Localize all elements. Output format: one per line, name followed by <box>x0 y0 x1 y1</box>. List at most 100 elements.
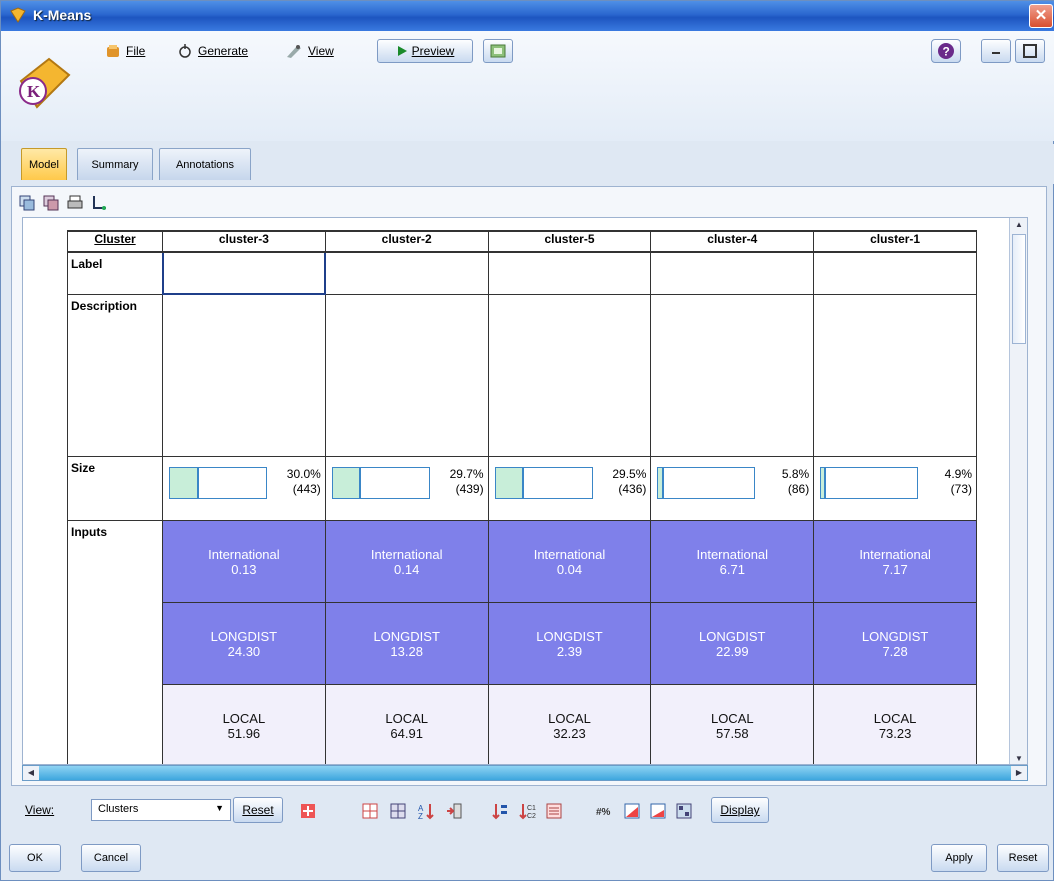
apply-button[interactable]: Apply <box>931 844 987 872</box>
cluster-header[interactable]: cluster-3 <box>162 230 326 253</box>
tab-annotations[interactable]: Annotations <box>159 148 251 180</box>
display-button[interactable]: Display <box>711 797 769 823</box>
local-cell[interactable]: LOCAL 32.23 <box>487 683 652 764</box>
list-icon[interactable] <box>545 802 563 820</box>
local-cell[interactable]: LOCAL 51.96 <box>162 683 326 764</box>
label-cell[interactable] <box>487 251 652 295</box>
help-button[interactable]: ? <box>931 39 961 63</box>
grid-alt-icon[interactable] <box>389 802 407 820</box>
input-value: 0.04 <box>556 561 583 577</box>
view-icon <box>287 45 301 58</box>
size-row: Size 30.0%(443) 29.7%(439) 29.5%(436) <box>67 455 977 521</box>
close-window-button[interactable]: ✕ <box>1029 4 1053 28</box>
longdist-cell[interactable]: LONGDIST 2.39 <box>487 601 652 685</box>
sort-c1c2-icon[interactable]: C1C2 <box>519 802 537 820</box>
export-button[interactable] <box>483 39 513 63</box>
tab-model[interactable]: Model <box>21 148 67 180</box>
size-cell: 29.7% (439) <box>324 455 489 521</box>
table-view-icon[interactable] <box>675 802 693 820</box>
description-cell[interactable] <box>813 293 977 457</box>
preview-button[interactable]: Preview <box>377 39 473 63</box>
maximize-button[interactable] <box>1015 39 1045 63</box>
label-cell[interactable] <box>813 251 977 295</box>
copy-data-icon[interactable] <box>42 194 60 212</box>
longdist-cell[interactable]: LONGDIST 24.30 <box>162 601 326 685</box>
generate-menu[interactable]: Generate <box>173 39 252 63</box>
print-icon[interactable] <box>66 194 84 212</box>
input-value: 22.99 <box>716 643 749 659</box>
international-cell[interactable]: International 0.13 <box>162 519 326 603</box>
cluster-header[interactable]: cluster-1 <box>813 230 977 253</box>
chart-icon[interactable] <box>623 802 641 820</box>
input-name: LONGDIST <box>373 628 440 644</box>
sort-desc-icon[interactable] <box>491 802 509 820</box>
scroll-right-icon[interactable]: ▶ <box>1011 766 1027 780</box>
size-bar-fill <box>170 467 199 498</box>
cluster-corner-header[interactable]: Cluster <box>67 230 163 253</box>
description-cell[interactable] <box>487 293 652 457</box>
local-cell[interactable]: LOCAL 57.58 <box>650 683 815 764</box>
vertical-scrollbar[interactable]: ▲ ▼ <box>1009 218 1027 764</box>
cluster-header[interactable]: cluster-5 <box>487 230 652 253</box>
copy-icon[interactable] <box>18 194 36 212</box>
description-cell[interactable] <box>324 293 489 457</box>
axis-icon[interactable] <box>90 194 108 212</box>
cluster-grid: Cluster cluster-3 cluster-2 cluster-5 cl… <box>22 217 1028 765</box>
local-cell[interactable]: LOCAL 64.91 <box>324 683 489 764</box>
size-bar <box>169 466 267 499</box>
grid-icon[interactable] <box>361 802 379 820</box>
ok-button[interactable]: OK <box>9 844 61 872</box>
percent-icon[interactable]: #% <box>595 802 613 820</box>
size-text: 5.8% (86) <box>782 467 809 497</box>
scroll-up-icon[interactable]: ▲ <box>1010 218 1027 232</box>
sort-az-icon[interactable]: AZ <box>417 802 435 820</box>
size-text: 29.5% (436) <box>612 467 646 497</box>
transpose-icon[interactable] <box>299 802 317 820</box>
longdist-cell[interactable]: LONGDIST 7.28 <box>813 601 977 685</box>
description-row: Description <box>67 293 977 457</box>
label-cell[interactable] <box>650 251 815 295</box>
size-text: 4.9% (73) <box>945 467 972 497</box>
label-cell[interactable] <box>161 251 327 295</box>
international-cell[interactable]: International 0.04 <box>487 519 652 603</box>
tab-summary[interactable]: Summary <box>77 148 153 180</box>
input-value: 7.28 <box>882 643 908 659</box>
input-value: 0.13 <box>231 561 257 577</box>
reset-button[interactable]: Reset <box>997 844 1049 872</box>
view-select[interactable]: Clusters ▼ <box>91 799 231 821</box>
scroll-left-icon[interactable]: ◀ <box>23 766 39 780</box>
scroll-down-icon[interactable]: ▼ <box>1010 752 1027 764</box>
size-count: (436) <box>618 481 647 496</box>
cluster-header[interactable]: cluster-2 <box>324 230 489 253</box>
horizontal-scrollbar[interactable]: ◀ ▶ <box>22 765 1028 781</box>
cancel-button[interactable]: Cancel <box>81 844 141 872</box>
label-row: Label <box>67 251 977 295</box>
size-bar-fill <box>658 467 664 498</box>
display-label: Display <box>720 803 760 817</box>
minimize-button[interactable] <box>981 39 1011 63</box>
view-reset-button[interactable]: Reset <box>233 797 283 823</box>
kmeans-window: K-Means ✕ K File Generate View Preview ?… <box>0 0 1054 881</box>
description-cell[interactable] <box>162 293 326 457</box>
label-cell[interactable] <box>324 251 489 295</box>
longdist-cell[interactable]: LONGDIST 22.99 <box>650 601 815 685</box>
sort-columns-icon[interactable] <box>445 802 463 820</box>
international-cell[interactable]: International 0.14 <box>324 519 489 603</box>
panel-toolbar <box>18 191 108 215</box>
size-percent: 5.8% <box>781 466 810 481</box>
description-cell[interactable] <box>650 293 815 457</box>
svg-text:#%: #% <box>596 807 611 818</box>
scrollbar-thumb[interactable] <box>1012 234 1026 344</box>
size-count: (443) <box>292 481 321 496</box>
size-count: (439) <box>455 481 484 496</box>
international-cell[interactable]: International 7.17 <box>813 519 977 603</box>
input-value: 73.23 <box>878 725 912 741</box>
cluster-header[interactable]: cluster-4 <box>650 230 815 253</box>
view-menu[interactable]: View <box>281 39 338 63</box>
file-menu[interactable]: File <box>101 39 149 63</box>
international-cell[interactable]: International 6.71 <box>650 519 815 603</box>
chart-alt-icon[interactable] <box>649 802 667 820</box>
local-cell[interactable]: LOCAL 73.23 <box>813 683 977 764</box>
cluster-header-row: Cluster cluster-3 cluster-2 cluster-5 cl… <box>67 230 977 253</box>
longdist-cell[interactable]: LONGDIST 13.28 <box>324 601 489 685</box>
